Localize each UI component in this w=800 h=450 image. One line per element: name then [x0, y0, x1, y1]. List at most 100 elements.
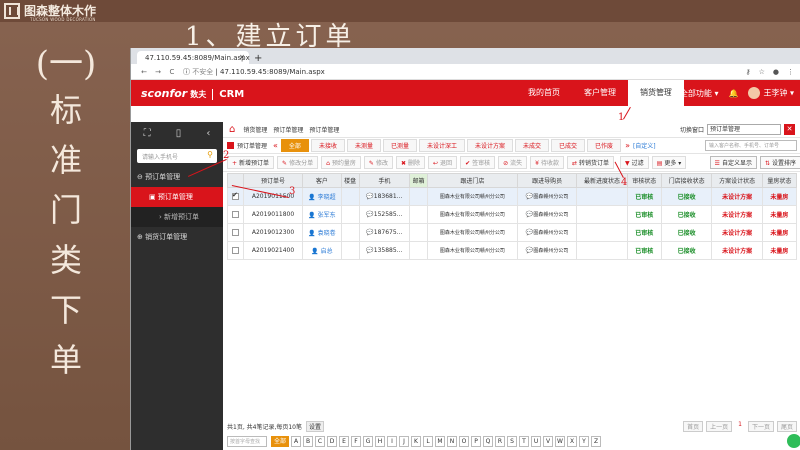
letter-button[interactable]: U — [531, 436, 542, 447]
home-icon[interactable]: ⌂ — [229, 124, 235, 135]
sidebar-group-sales-order[interactable]: ⊕ 销货订单管理 — [131, 227, 223, 247]
scroll-right-icon[interactable]: » — [625, 141, 630, 150]
status-tab[interactable]: 已作废 — [587, 139, 622, 152]
letter-button[interactable]: Q — [483, 436, 494, 447]
toolbar-button[interactable]: ✎ 修改 — [363, 156, 393, 169]
letter-button[interactable]: N — [447, 436, 458, 447]
customer-name[interactable]: 李晓超 — [318, 194, 336, 201]
breadcrumb-item[interactable]: 销货管理 — [243, 125, 267, 134]
close-tab-icon[interactable]: × — [239, 53, 245, 61]
status-tab[interactable]: 已成交 — [551, 139, 586, 152]
letter-button[interactable]: L — [423, 436, 434, 447]
letter-button[interactable]: T — [519, 436, 530, 447]
letter-button[interactable]: R — [495, 436, 506, 447]
toolbar-button[interactable]: ☰ 自定义显示 — [709, 156, 757, 169]
letter-button[interactable]: A — [291, 436, 302, 447]
letter-button[interactable]: W — [555, 436, 566, 447]
status-tab[interactable]: 全部 — [280, 139, 309, 152]
user-menu[interactable]: 王李钟 ▾ — [748, 87, 794, 99]
nav-home[interactable]: 我的首页 — [516, 80, 572, 106]
key-icon[interactable]: ⚷ — [745, 68, 750, 76]
letter-button[interactable]: S — [507, 436, 518, 447]
letter-button[interactable]: K — [411, 436, 422, 447]
letter-button[interactable]: B — [303, 436, 314, 447]
chat-fab-icon[interactable] — [787, 434, 800, 448]
letter-button[interactable]: Y — [579, 436, 590, 447]
order-id[interactable]: A2019011800 — [242, 205, 304, 224]
table-row[interactable]: A2019011500👤 李晓超💬183681...图森木业有限公司赣州分公司💬… — [227, 187, 798, 206]
toolbar-button[interactable]: ⌂ 预约量房 — [321, 156, 361, 169]
toolbar-button[interactable]: ↩ 退回 — [428, 156, 458, 169]
customer-name[interactable]: 启总 — [321, 248, 333, 255]
chat-icon[interactable]: 💬 — [366, 211, 373, 218]
search-icon[interactable]: ⚲ — [207, 150, 213, 159]
phone-icon[interactable]: ▯ — [176, 128, 182, 139]
search-input[interactable]: 输入客户名称、手机号、订单号 — [705, 140, 797, 151]
sidebar-group-preorder[interactable]: ⊖ 预订单管理 — [131, 167, 223, 187]
chat-icon[interactable]: 💬 — [366, 247, 373, 254]
toolbar-button[interactable]: ▼ 过滤 — [620, 156, 649, 169]
sidebar-item-new-preorder[interactable]: › 新增预订单 — [131, 207, 223, 227]
account-icon[interactable]: ● — [773, 68, 779, 76]
scroll-left-icon[interactable]: « — [273, 141, 278, 150]
status-tab[interactable]: 未测量 — [346, 139, 381, 152]
reload-icon[interactable]: C — [165, 68, 179, 76]
close-window-button[interactable]: ✕ — [784, 124, 795, 135]
scan-icon[interactable]: ⛶ — [144, 128, 151, 139]
letter-search-input[interactable]: 按首字母查找 — [227, 436, 267, 447]
chat-icon[interactable]: 💬 — [366, 193, 373, 200]
new-tab-button[interactable]: + — [254, 53, 262, 64]
letter-all-button[interactable]: 全部 — [271, 436, 290, 447]
toolbar-button[interactable]: ⊘ 流失 — [498, 156, 528, 169]
sidebar-search-input[interactable]: 请输入手机号 ⚲ — [137, 149, 217, 163]
letter-button[interactable]: C — [315, 436, 326, 447]
letter-button[interactable]: Z — [591, 436, 602, 447]
switch-select[interactable]: 预订单管理 — [707, 124, 781, 135]
letter-button[interactable]: I — [387, 436, 398, 447]
toolbar-button[interactable]: ▤ 更多 ▾ — [651, 156, 687, 169]
prev-page-button[interactable]: 上一页 — [706, 420, 733, 432]
toolbar-button[interactable]: ✔ 签审核 — [460, 156, 496, 169]
all-functions-button[interactable]: ⚃ 全部功能 ▾ — [670, 88, 718, 99]
nav-customer[interactable]: 客户管理 — [572, 80, 628, 106]
letter-button[interactable]: D — [327, 436, 338, 447]
table-row[interactable]: A2019021400 👤 启总 💬135885... 图森木业有限公司赣州分公司 💬图… — [227, 241, 798, 260]
letter-button[interactable]: O — [459, 436, 470, 447]
letter-button[interactable]: F — [351, 436, 362, 447]
chat-icon[interactable]: 💬 — [366, 229, 373, 236]
customer-name[interactable]: 张军东 — [318, 212, 336, 219]
customer-name[interactable]: 袁晓卷 — [318, 230, 336, 237]
status-tab[interactable]: 未成交 — [515, 139, 550, 152]
row-checkbox[interactable] — [232, 229, 239, 236]
status-tab[interactable]: 未接收 — [310, 139, 345, 152]
toolbar-button[interactable]: ✖ 删除 — [395, 156, 426, 169]
url-field[interactable]: ⓘ 不安全 | 47.110.59.45:8089/Main.aspx — [183, 67, 745, 77]
star-icon[interactable]: ☆ — [759, 68, 765, 76]
back-icon[interactable]: ← — [137, 68, 151, 76]
letter-button[interactable]: G — [363, 436, 374, 447]
breadcrumb-item[interactable]: 预订单管理 — [309, 125, 339, 134]
toolbar-button[interactable]: ✎ 修改分单 — [277, 156, 319, 169]
browser-tab[interactable]: 47.110.59.45:8089/Main.aspx × — [137, 51, 250, 64]
status-tab[interactable]: 已测量 — [382, 139, 417, 152]
letter-button[interactable]: X — [567, 436, 578, 447]
letter-button[interactable]: E — [339, 436, 350, 447]
bell-icon[interactable]: 🔔 — [728, 89, 738, 98]
row-checkbox[interactable] — [232, 247, 239, 254]
breadcrumb-item[interactable]: 预订单管理 — [273, 125, 303, 134]
order-id[interactable]: A2019021400 — [242, 241, 304, 260]
toolbar-button[interactable]: ⇅ 设置排序 — [759, 156, 800, 169]
order-id[interactable]: A2019012300 — [242, 223, 304, 242]
menu-icon[interactable]: ⋮ — [787, 68, 794, 76]
toolbar-button[interactable]: ¥ 待收款 — [530, 156, 564, 169]
letter-button[interactable]: V — [543, 436, 554, 447]
toolbar-button[interactable]: + 新增预订单 — [227, 156, 275, 169]
letter-button[interactable]: J — [399, 436, 410, 447]
status-tab[interactable]: 未设计方案 — [467, 139, 514, 152]
first-page-button[interactable]: 首页 — [683, 420, 704, 432]
last-page-button[interactable]: 尾页 — [776, 420, 797, 432]
collapse-icon[interactable]: ‹ — [206, 128, 210, 139]
pager-settings-button[interactable]: 设置 — [306, 420, 325, 432]
letter-button[interactable]: M — [435, 436, 446, 447]
next-page-button[interactable]: 下一页 — [747, 420, 774, 432]
